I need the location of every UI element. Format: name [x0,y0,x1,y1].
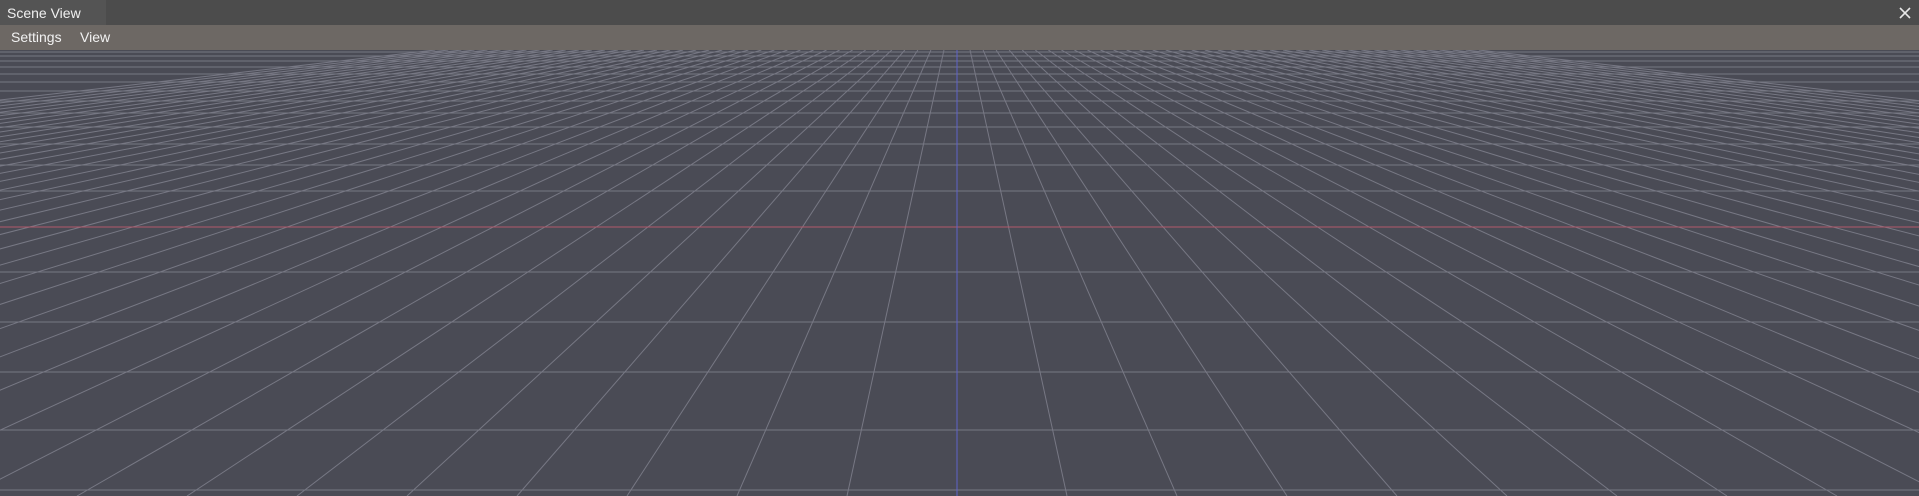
close-button[interactable] [1895,3,1915,23]
close-icon [1899,7,1911,19]
grid-depth-line [982,50,1178,496]
scene-view-window: Scene View Settings View [0,0,1919,496]
grid-depth-line [995,50,1288,496]
grid-depth-line [1296,50,1919,161]
grid-depth-line [1309,50,1919,155]
grid-depth-line [1113,50,1919,360]
grid-depth-line [1361,50,1919,134]
grid-depth-line [516,50,906,496]
grid-depth-line [1126,50,1919,331]
grid-depth-line [846,50,945,496]
grid-depth-line [0,50,449,104]
ground-grid [0,50,1919,496]
grid-depth-line [1165,50,1919,268]
grid-depth-line [0,50,553,133]
tab-scene-view[interactable]: Scene View [0,0,106,25]
title-bar: Scene View [0,0,1919,25]
grid-depth-line [1074,50,1919,483]
grid-depth-line [1021,50,1508,496]
grid-depth-line [76,50,853,496]
grid-depth-line [1048,50,1728,496]
grid-depth-line [0,50,566,138]
grid-depth-line [0,50,462,107]
grid-depth-line [1034,50,1618,496]
grid-depth-line [1335,50,1919,144]
grid-depth-line [969,50,1068,496]
grid-depth-line [406,50,893,496]
grid-depth-line [1478,50,1919,102]
grid-depth-line [0,50,827,431]
grid-depth-line [186,50,866,496]
grid-depth-line [626,50,919,496]
grid-depth-line [0,50,762,285]
grid-depth-line [1452,50,1919,107]
grid-depth-line [1061,50,1838,496]
grid-depth-line [1465,50,1919,104]
grid-depth-line [1282,50,1919,168]
menu-settings[interactable]: Settings [11,25,62,50]
grid-depth-line [0,50,710,223]
grid-depth-line [0,50,775,305]
grid-depth-line [0,50,788,330]
grid-depth-line [1008,50,1398,496]
menu-bar: Settings View [0,25,1919,50]
grid-depth-line [1269,50,1919,175]
menu-view[interactable]: View [80,25,110,50]
grid-depth-line [0,50,527,124]
scene-viewport[interactable] [0,50,1919,496]
grid-depth-line [0,50,749,266]
grid-depth-line [0,50,723,236]
grid-depth-line [1087,50,1919,434]
grid-depth-line [1178,50,1919,251]
grid-depth-line [0,50,840,480]
grid-depth-line [296,50,880,496]
grid-depth-line [736,50,932,496]
grid-depth-line [0,50,618,160]
